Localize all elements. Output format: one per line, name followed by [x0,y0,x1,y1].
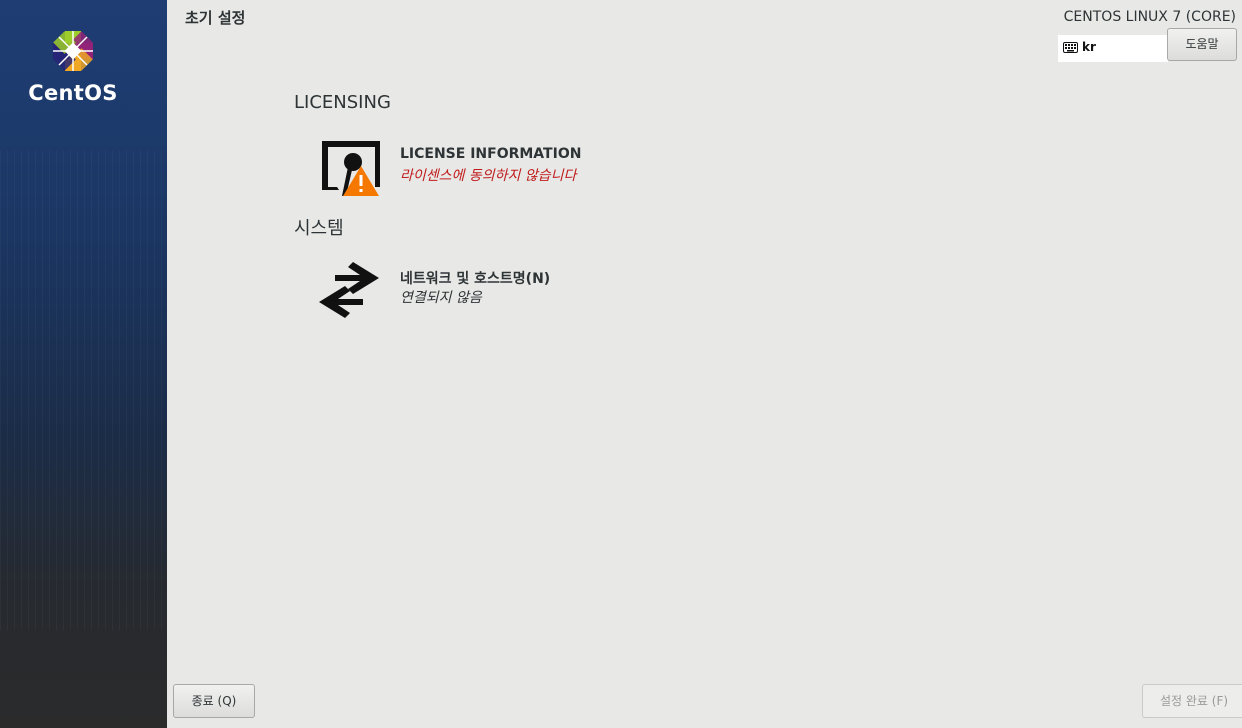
section-title-licensing: LICENSING [294,92,391,113]
sidebar: CentOS [0,0,167,728]
finish-configuration-button[interactable]: 설정 완료 (F) [1142,684,1242,718]
network-arrows-icon [319,262,379,318]
sidebar-texture [0,150,167,630]
centos-logo: CentOS [28,28,118,105]
spoke-status: 연결되지 않음 [400,290,482,306]
license-warning-icon [322,141,380,196]
logo-text: CentOS [28,81,118,105]
product-name: CENTOS LINUX 7 (CORE) [1063,9,1236,25]
spoke-status-warning: 라이센스에 동의하지 않습니다 [400,168,577,184]
help-button[interactable]: 도움말 [1167,28,1237,61]
section-title-system: 시스템 [294,218,344,239]
spoke-network-hostname[interactable]: 네트워크 및 호스트명(N) 연결되지 않음 [317,262,737,324]
keyboard-icon [1063,42,1078,53]
quit-button[interactable]: 종료 (Q) [173,684,255,718]
page-title: 초기 설정 [185,9,246,27]
keyboard-layout-label: kr [1082,40,1096,54]
centos-emblem-icon [53,31,93,71]
spoke-title: LICENSE INFORMATION [400,146,582,162]
spoke-license-information[interactable]: LICENSE INFORMATION 라이센스에 동의하지 않습니다 [317,140,737,202]
keyboard-layout-indicator[interactable]: kr [1058,35,1168,62]
main-hub: 초기 설정 CENTOS LINUX 7 (CORE) kr 도움말 LICEN… [167,0,1242,728]
spoke-title: 네트워크 및 호스트명(N) [400,271,551,287]
